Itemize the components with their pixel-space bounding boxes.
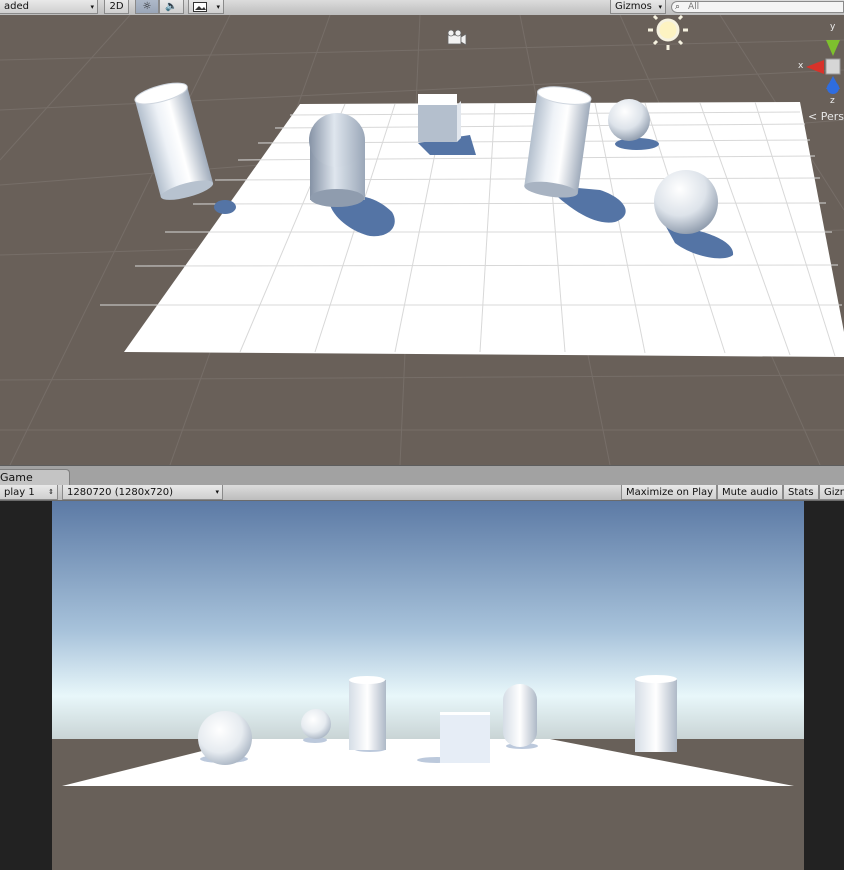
projection-label: Pers — [820, 110, 844, 123]
projection-toggle[interactable]: < Pers — [808, 110, 844, 123]
image-effects-button[interactable]: ▾ — [188, 0, 224, 14]
small-sphere — [608, 99, 650, 141]
gizmos-label: Gizmos — [615, 1, 652, 12]
game-view[interactable] — [52, 501, 804, 870]
maximize-on-play-toggle[interactable]: Maximize on Play — [621, 485, 717, 500]
scene-toolbar: aded ▾ 2D ☼ 🔈 ▾ Gizmos ▾ ⌕ All — [0, 0, 844, 16]
audio-toggle-button[interactable]: 🔈 — [159, 0, 184, 14]
axis-z-label: z — [830, 96, 835, 106]
chevron-down-icon: ▾ — [90, 3, 94, 11]
resolution-label: 1280720 (1280x720) — [67, 487, 173, 498]
resolution-dropdown[interactable]: 1280720 (1280x720) ▾ — [62, 485, 223, 500]
search-input[interactable]: ⌕ All — [671, 1, 844, 13]
scene-view[interactable]: y x z < Pers — [0, 15, 844, 465]
chevron-down-icon: ▾ — [658, 3, 662, 11]
chevron-down-icon: ▾ — [216, 3, 220, 11]
game-sphere-large — [198, 711, 252, 765]
game-capsule — [503, 684, 537, 747]
gizmos-dropdown[interactable]: Gizmos ▾ — [610, 0, 666, 14]
game-cube — [440, 712, 490, 763]
capsule — [309, 113, 365, 207]
image-effects-icon — [193, 2, 207, 12]
axis-y-label: y — [830, 22, 836, 32]
game-sphere-small — [301, 709, 331, 739]
display-label: play 1 — [4, 487, 35, 498]
tilted-cylinder — [134, 82, 214, 200]
chevron-down-icon: ▾ — [215, 488, 219, 496]
display-dropdown[interactable]: play 1 ⇕ — [0, 485, 58, 500]
game-cylinder-right — [635, 675, 677, 752]
stats-toggle[interactable]: Stats — [783, 485, 819, 500]
game-tab-bar: Game — [0, 465, 844, 486]
game-cylinder-left — [349, 676, 386, 750]
tab-game-label: Game — [0, 471, 33, 484]
scene-viewport — [0, 15, 844, 465]
light-toggle-button[interactable]: ☼ — [135, 0, 159, 14]
stats-label: Stats — [788, 487, 814, 498]
axis-x-label: x — [798, 61, 804, 71]
search-placeholder: All — [688, 2, 700, 12]
game-toolbar: play 1 ⇕ 1280720 (1280x720) ▾ Maximize o… — [0, 485, 844, 501]
draw-mode-label: aded — [4, 1, 29, 12]
game-gizmos-label: Gizm — [824, 487, 844, 498]
maximize-on-play-label: Maximize on Play — [626, 487, 714, 498]
mute-audio-label: Mute audio — [722, 487, 778, 498]
game-viewport — [52, 501, 804, 870]
audio-toggle-icon: 🔈 — [165, 1, 178, 12]
sky — [52, 501, 804, 739]
chevron-left-icon: < — [808, 110, 818, 123]
search-icon: ⌕ — [675, 2, 681, 12]
mode-2d-button[interactable]: 2D — [104, 0, 129, 14]
tab-game[interactable]: Game — [0, 469, 70, 486]
draw-mode-dropdown[interactable]: aded ▾ — [0, 0, 98, 14]
cube — [418, 94, 461, 142]
large-sphere — [654, 170, 718, 234]
game-gizmos-dropdown[interactable]: Gizm — [819, 485, 844, 500]
updown-icon: ⇕ — [48, 488, 54, 496]
camera-icon — [447, 29, 467, 46]
axis-gizmo-icon — [806, 40, 841, 94]
mute-audio-toggle[interactable]: Mute audio — [717, 485, 783, 500]
mode-2d-label: 2D — [109, 1, 124, 12]
light-toggle-icon: ☼ — [142, 1, 152, 12]
